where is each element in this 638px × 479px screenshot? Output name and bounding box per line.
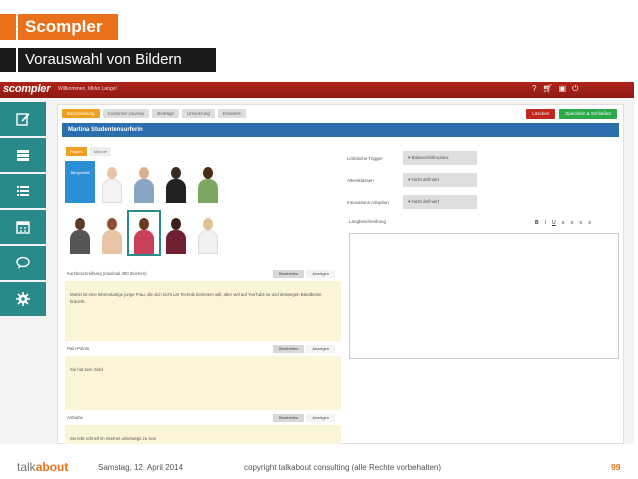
tab-beschreibung[interactable]: Beschreibung	[62, 109, 100, 118]
sidebar-item-settings[interactable]	[0, 282, 46, 318]
align-center-button[interactable]: ≡	[571, 220, 574, 226]
slide-subtitle: Vorauswahl von Bildern	[18, 48, 216, 72]
photo-option[interactable]	[193, 212, 223, 254]
select-value: Nicht definiert	[411, 177, 440, 182]
app-screenshot: scompler Willkommen, Mirko Lange! ? 🛒︎ ▣…	[0, 82, 634, 444]
logo-part: talk	[17, 460, 36, 474]
sidebar-item-edit[interactable]	[0, 102, 46, 138]
align-justify-button[interactable]: ≡	[588, 220, 591, 226]
photo-grid: Bild gewählt	[65, 161, 225, 263]
tab-umsetzung[interactable]: Umsetzung	[182, 109, 215, 118]
title-accent-bar	[0, 14, 16, 40]
italic-button[interactable]: I	[545, 220, 546, 226]
field-antriebe: Antriebe Bearbeiten Anzeigen Sie lebt sc…	[65, 414, 341, 444]
sidebar-item-list[interactable]	[0, 174, 46, 210]
age-class-select[interactable]: ▾ Nicht definiert	[403, 173, 477, 187]
tab-erweitert[interactable]: Erweitert	[217, 109, 246, 118]
layers-icon	[17, 150, 29, 161]
subtitle-accent-bar	[0, 48, 16, 72]
photo-option[interactable]	[193, 161, 223, 203]
field-label: Kurzbeschreibung (maximal 300 Zeichen)	[67, 271, 147, 276]
show-button[interactable]: Anzeigen	[306, 270, 335, 278]
field-kurzbeschreibung: Kurzbeschreibung (maximal 300 Zeichen) B…	[65, 270, 341, 341]
photo-option[interactable]	[65, 212, 95, 254]
field-text: Martin ist eine lebenslustige junge Frau…	[70, 292, 322, 304]
tab-frauen[interactable]: Frauen	[66, 147, 87, 156]
tab-customer-journey[interactable]: Customer Journey	[102, 109, 150, 118]
select-label: Altersklassen	[347, 177, 374, 183]
editor-toolbar: B I U ≡ ≡ ≡ ≡	[535, 220, 591, 226]
talkabout-logo: talkabout	[17, 460, 68, 474]
select-label: Limbische Trigger	[347, 155, 383, 161]
persona-editor: Beschreibung Customer Journey Beiträge U…	[57, 104, 624, 444]
long-description-editor[interactable]	[349, 233, 619, 359]
tab-maenner[interactable]: Männer	[89, 147, 112, 156]
welcome-text: Willkommen, Mirko Lange!	[58, 86, 117, 92]
show-button[interactable]: Anzeigen	[306, 345, 335, 353]
footer-date: Samstag, 12. April 2014	[98, 463, 183, 472]
calendar-icon	[16, 221, 30, 234]
photo-selected-label: Bild gewählt	[70, 171, 90, 175]
help-icon[interactable]: ?	[532, 84, 536, 94]
select-value: Nicht definiert	[411, 199, 440, 204]
photo-option[interactable]	[161, 212, 191, 254]
page-number: 99	[611, 462, 621, 472]
field-text: Sie hat kein Geld	[70, 367, 103, 372]
power-icon[interactable]: ⏻	[572, 84, 578, 94]
photo-option-selected[interactable]	[127, 210, 161, 256]
gender-tabs: Frauen Männer	[66, 147, 112, 156]
field-pain-points: Pain-Points Bearbeiten Anzeigen Sie hat …	[65, 345, 341, 410]
field-label: Pain-Points	[67, 346, 89, 351]
field-text: Sie lebt schnell im Internet unterwegs z…	[70, 436, 157, 441]
sidebar-item-calendar[interactable]	[0, 210, 46, 246]
tab-beitraege[interactable]: Beiträge	[152, 109, 180, 118]
photo-option[interactable]	[97, 161, 127, 203]
long-description-label: Langbeschreibung	[349, 219, 387, 224]
sidebar-item-chat[interactable]	[0, 246, 46, 282]
logo-part: about	[35, 460, 69, 474]
photo-option[interactable]	[129, 161, 159, 203]
photo-option[interactable]	[97, 212, 127, 254]
bold-button[interactable]: B	[535, 220, 539, 226]
action-buttons: Löschen Speichern & Schließen	[526, 109, 617, 119]
notification-icon[interactable]: ▣	[559, 84, 567, 94]
sidebar-item-layers[interactable]	[0, 138, 46, 174]
footer-copyright: copyright talkabout consulting (alle Rec…	[244, 463, 442, 472]
top-icons: ? 🛒︎ ▣ ⏻	[532, 84, 579, 94]
save-close-button[interactable]: Speichern & Schließen	[559, 109, 617, 119]
cart-icon[interactable]: 🛒︎	[542, 84, 552, 94]
innovation-adoption-select[interactable]: ▾ Nicht definiert	[403, 195, 477, 209]
persona-title: Martina Studentensurferin	[62, 123, 619, 137]
edit-icon	[16, 113, 30, 126]
sidebar	[0, 102, 46, 444]
attributes-panel: Limbische Trigger ▾ Balance/Stimulanz Al…	[347, 151, 622, 359]
align-right-button[interactable]: ≡	[579, 220, 582, 226]
section-tabs: Beschreibung Customer Journey Beiträge U…	[62, 109, 246, 118]
underline-button[interactable]: U	[552, 220, 556, 226]
show-button[interactable]: Anzeigen	[306, 414, 335, 422]
select-value: Balance/Stimulanz	[411, 155, 449, 160]
select-label: Innovations Adoption	[347, 199, 389, 205]
list-icon	[17, 186, 29, 196]
slide-title: Scompler	[18, 14, 118, 40]
edit-button[interactable]: Bearbeiten	[272, 270, 305, 278]
chat-icon	[16, 256, 30, 269]
edit-button[interactable]: Bearbeiten	[272, 345, 305, 353]
brand-logo[interactable]: scompler	[3, 83, 51, 95]
photo-option[interactable]	[161, 161, 191, 203]
align-left-button[interactable]: ≡	[562, 220, 565, 226]
limbic-trigger-select[interactable]: ▾ Balance/Stimulanz	[403, 151, 477, 165]
field-label: Antriebe	[67, 415, 84, 420]
gear-icon	[16, 292, 30, 306]
edit-button[interactable]: Bearbeiten	[272, 414, 305, 422]
top-bar: scompler Willkommen, Mirko Lange! ? 🛒︎ ▣…	[0, 82, 634, 98]
photo-option[interactable]: Bild gewählt	[65, 161, 95, 203]
delete-button[interactable]: Löschen	[526, 109, 556, 119]
